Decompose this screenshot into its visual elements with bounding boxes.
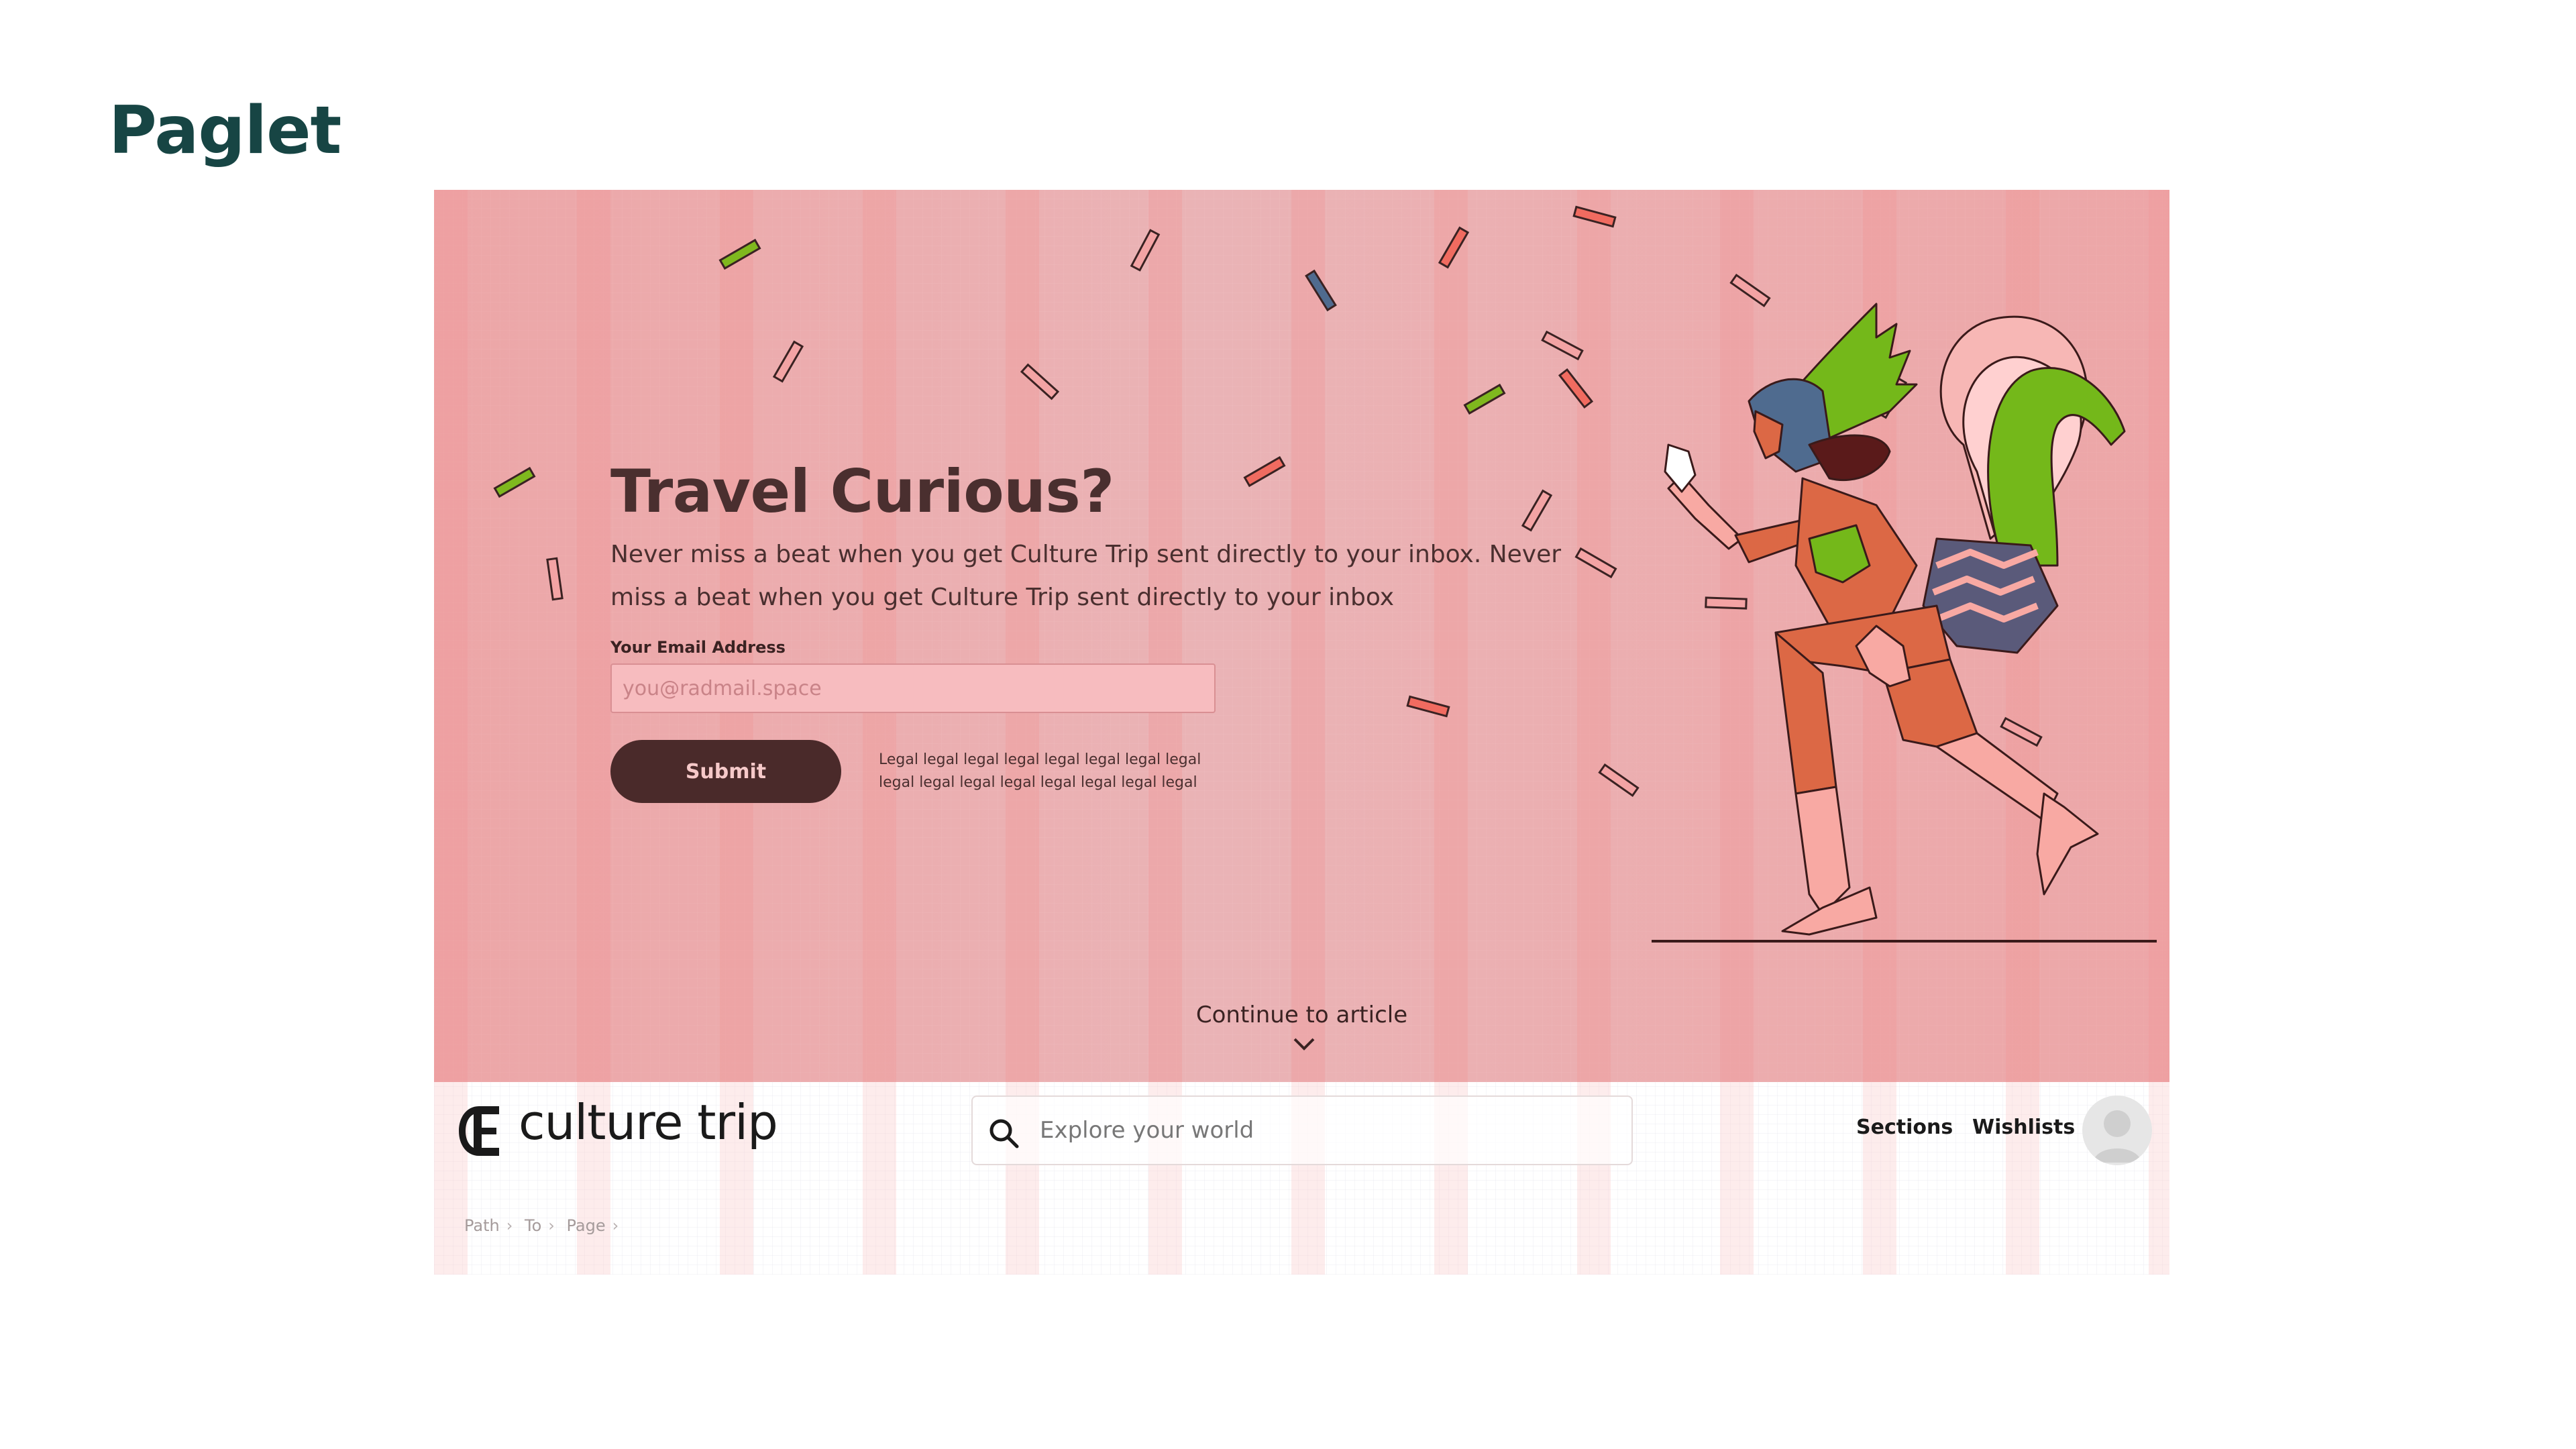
runner-illustration <box>1652 303 2157 943</box>
breadcrumb-item[interactable]: To <box>525 1216 541 1235</box>
hero-heading: Travel Curious? <box>610 457 1114 526</box>
breadcrumb-separator: › <box>506 1216 513 1235</box>
page-title: Paglet <box>109 93 341 169</box>
search-input[interactable] <box>1040 1110 1576 1150</box>
breadcrumb: Path › To › Page › <box>464 1216 625 1235</box>
nav-wishlists-link[interactable]: Wishlists <box>1972 1116 2075 1139</box>
logo-icon[interactable] <box>456 1104 502 1159</box>
chevron-down-icon[interactable] <box>1292 1036 1316 1053</box>
nav-sections-link[interactable]: Sections <box>1856 1116 1953 1139</box>
avatar-icon <box>2093 1110 2141 1163</box>
logo-wordmark[interactable]: culture trip <box>519 1094 778 1150</box>
page-frame: Travel Curious? Never miss a beat when y… <box>434 190 2169 1275</box>
newsletter-hero: Travel Curious? Never miss a beat when y… <box>434 190 2169 1082</box>
breadcrumb-separator: › <box>612 1216 619 1235</box>
continue-to-article-link[interactable]: Continue to article <box>434 1002 2169 1028</box>
search-icon <box>989 1119 1019 1148</box>
avatar[interactable] <box>2082 1095 2152 1165</box>
breadcrumb-item[interactable]: Path <box>464 1216 500 1235</box>
search-bar[interactable] <box>971 1095 1633 1165</box>
legal-text: Legal legal legal legal legal legal lega… <box>879 751 1201 791</box>
email-field[interactable] <box>610 663 1216 713</box>
submit-button[interactable]: Submit <box>610 740 841 803</box>
hero-copy: Never miss a beat when you get Culture T… <box>610 541 1562 611</box>
breadcrumb-item[interactable]: Page <box>567 1216 606 1235</box>
site-header: culture trip Sections Wishlists Path › To… <box>434 1082 2169 1275</box>
email-label: Your Email Address <box>610 638 786 657</box>
breadcrumb-separator: › <box>548 1216 555 1235</box>
